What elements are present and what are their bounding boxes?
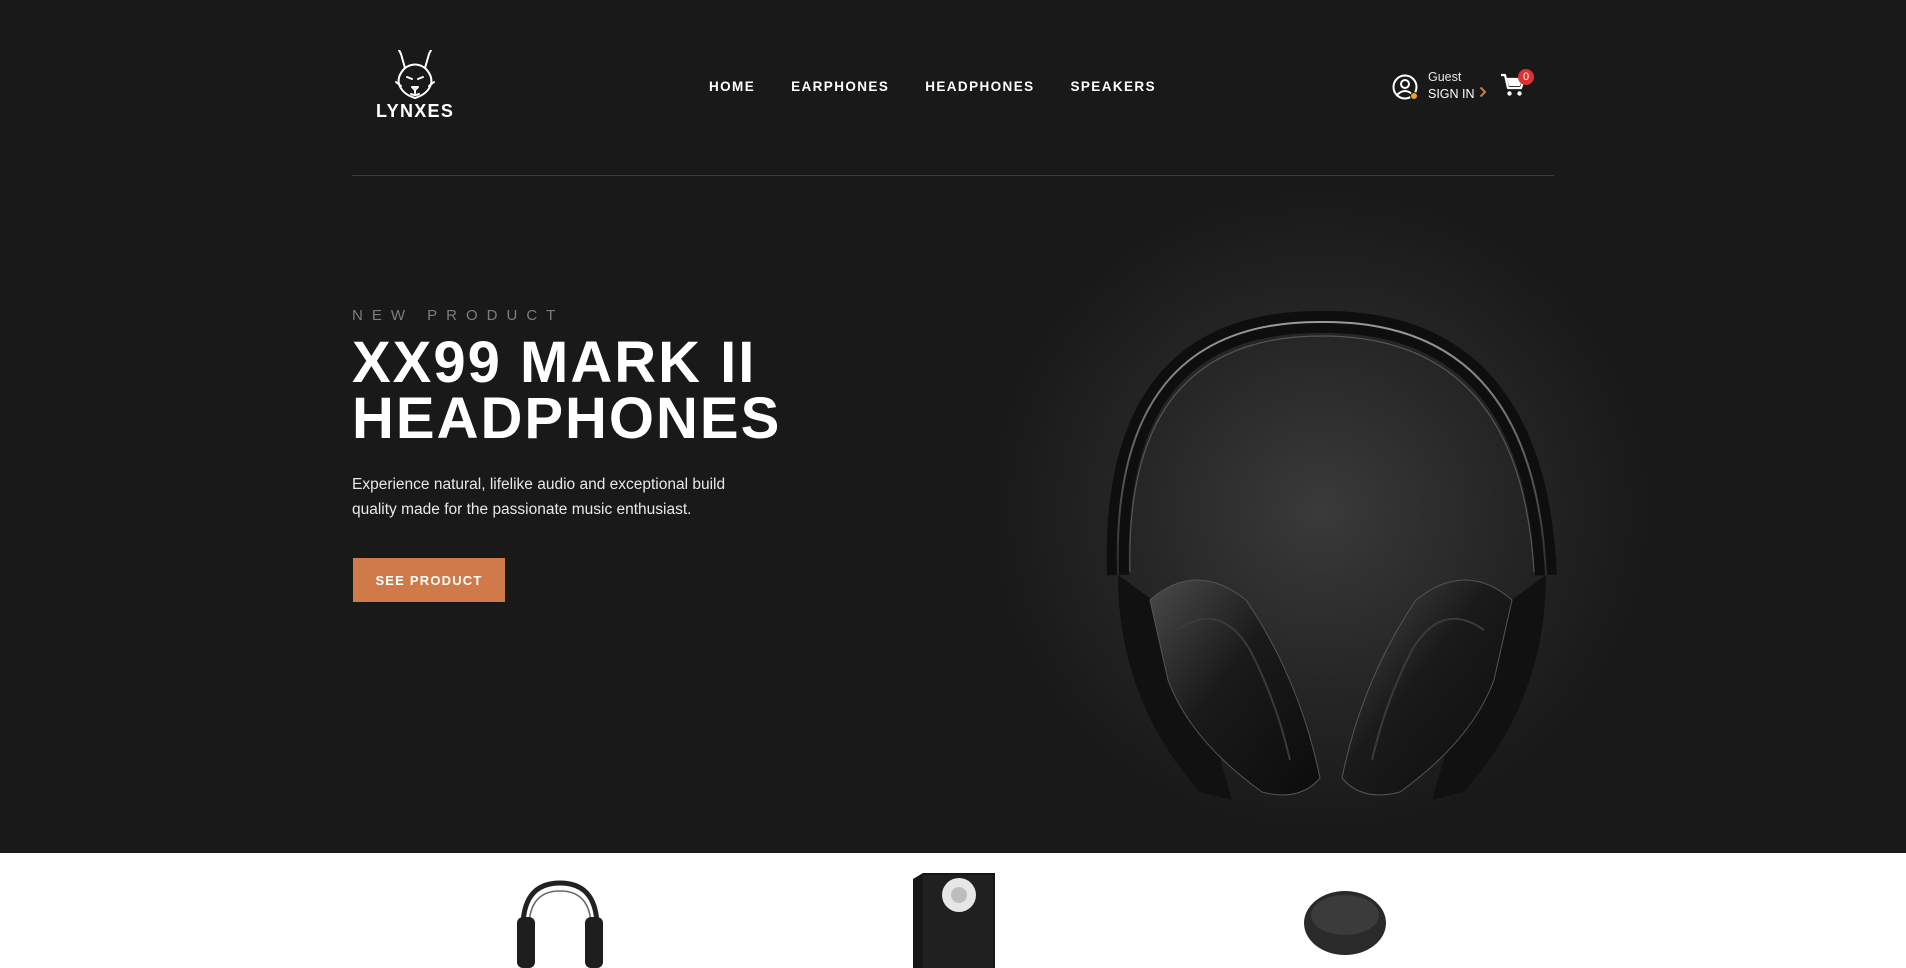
headphones-product-image	[990, 180, 1660, 853]
categories-section	[0, 853, 1906, 968]
user-avatar-icon	[1392, 74, 1418, 100]
brand-name: LYNXES	[376, 101, 455, 121]
cart-count-badge: 0	[1518, 69, 1534, 85]
earphones-thumbnail[interactable]	[1304, 873, 1386, 968]
hero-description: Experience natural, lifelike audio and e…	[352, 476, 726, 518]
headphones-thumbnail[interactable]	[517, 873, 603, 968]
speaker-thumbnail[interactable]	[913, 873, 995, 968]
nav-item-headphones[interactable]: HEADPHONES	[925, 79, 1034, 94]
sign-in-label: SIGN IN	[1428, 86, 1475, 101]
cart-button[interactable]: 0	[1500, 69, 1534, 100]
site-header: LYNXES HOME EARPHONES HEADPHONES SPEAKER…	[352, 0, 1554, 176]
see-product-button[interactable]: SEE PRODUCT	[353, 558, 505, 602]
nav-item-speakers[interactable]: SPEAKERS	[1071, 79, 1156, 94]
status-dot	[1410, 91, 1418, 100]
hero-title: XX99 MARK II HEADPHONES	[352, 330, 782, 451]
account-signin-button[interactable]: Guest SIGN IN	[1392, 70, 1487, 103]
nav-item-home[interactable]: HOME	[709, 79, 755, 94]
lynx-head-icon	[395, 50, 435, 99]
hero-eyebrow: NEW PRODUCT	[352, 307, 565, 324]
brand-logo[interactable]: LYNXES	[376, 50, 454, 122]
guest-label: Guest	[1428, 70, 1462, 84]
chevron-right-icon	[1479, 85, 1487, 103]
nav-item-earphones[interactable]: EARPHONES	[791, 79, 889, 94]
main-nav: HOME EARPHONES HEADPHONES SPEAKERS	[709, 79, 1156, 94]
hero-section: LYNXES HOME EARPHONES HEADPHONES SPEAKER…	[0, 0, 1906, 853]
